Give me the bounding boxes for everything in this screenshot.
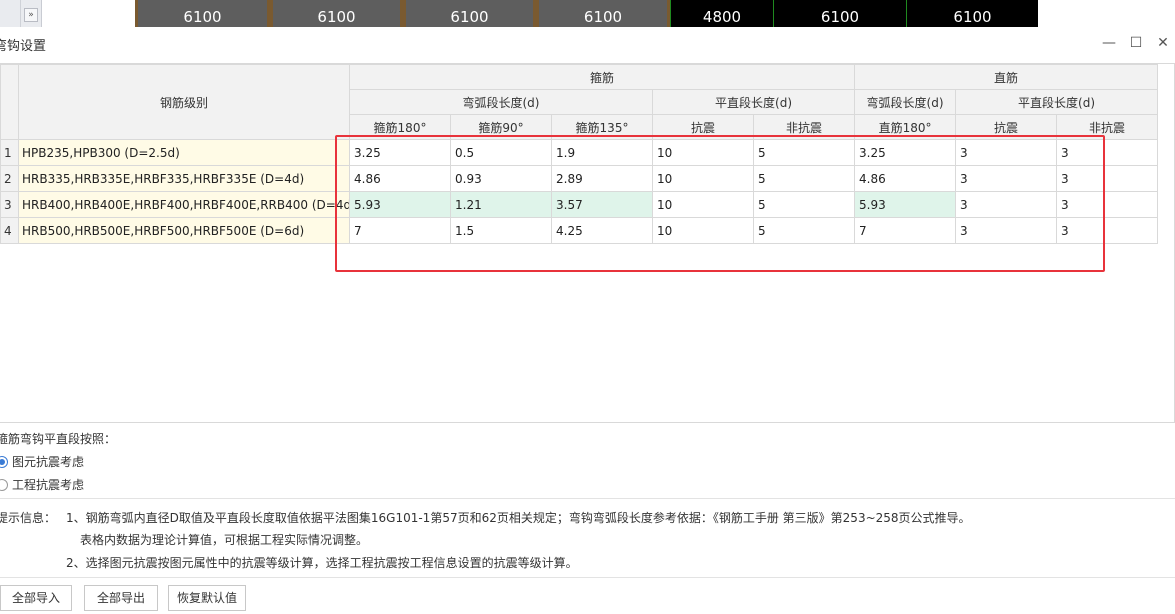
- value-cell[interactable]: 3: [955, 139, 1058, 166]
- value-cell[interactable]: 10: [652, 165, 754, 192]
- value-cell[interactable]: 5.93: [854, 191, 957, 218]
- value-cell[interactable]: 10: [652, 139, 754, 166]
- value-cell[interactable]: 5: [752, 165, 856, 192]
- radio-unselected-icon[interactable]: [0, 478, 8, 491]
- value-cell[interactable]: 3: [1056, 139, 1159, 166]
- expand-icon[interactable]: »: [24, 8, 38, 22]
- radio-project-seismic[interactable]: 工程抗震考虑: [0, 476, 84, 493]
- dimension-label: 6100: [135, 0, 270, 27]
- value-cell[interactable]: 1.9: [551, 139, 653, 166]
- dimension-label: 6100: [906, 0, 1038, 27]
- header-seismic-straight: 抗震: [955, 114, 1058, 140]
- value-cell[interactable]: 4.86: [349, 165, 451, 192]
- value-cell[interactable]: 10: [652, 217, 754, 244]
- value-cell[interactable]: 7: [349, 217, 451, 244]
- value-cell[interactable]: 10: [652, 191, 754, 218]
- grade-cell: HRB335,HRB335E,HRBF335,HRBF335E (D=4d): [18, 165, 350, 192]
- divider: [0, 498, 1175, 499]
- dimension-label: 6100: [773, 0, 906, 27]
- grade-cell: HPB235,HPB300 (D=2.5d): [18, 139, 350, 166]
- dialog-title: 弯钩设置: [0, 39, 47, 54]
- header-stirrup-135: 箍筋135°: [551, 114, 653, 140]
- value-cell[interactable]: 0.93: [450, 165, 552, 192]
- value-cell[interactable]: 1.21: [450, 191, 552, 218]
- minimize-icon[interactable]: —: [1099, 33, 1119, 53]
- flat-segment-option-label: 箍筋弯钩平直段按照：: [0, 432, 117, 446]
- value-cell[interactable]: 5: [752, 191, 856, 218]
- dimension-label: 6100: [270, 0, 403, 27]
- dimension-label: 6100: [536, 0, 670, 27]
- panel-divider: [20, 0, 21, 27]
- header-arc-length-straight: 弯弧段长度(d): [854, 89, 957, 115]
- value-cell[interactable]: 3: [1056, 191, 1159, 218]
- cad-canvas[interactable]: 6100 6100 6100 6100 4800 6100 6100: [135, 0, 1038, 27]
- table-row[interactable]: 1 HPB235,HPB300 (D=2.5d) 3.25 0.5 1.9 10…: [0, 139, 1159, 166]
- header-straight-180: 直筋180°: [854, 114, 957, 140]
- value-cell[interactable]: 4.25: [551, 217, 653, 244]
- table-row[interactable]: 4 HRB500,HRB500E,HRBF500,HRBF500E (D=6d)…: [0, 217, 1159, 244]
- value-cell[interactable]: 5: [752, 217, 856, 244]
- restore-default-button[interactable]: 恢复默认值: [168, 585, 246, 611]
- row-number: 1: [0, 139, 19, 166]
- header-grade: 钢筋级别: [18, 64, 350, 140]
- value-cell[interactable]: 5: [752, 139, 856, 166]
- tip-line-1: 1、钢筋弯弧内直径D取值及平直段长度取值依据平法图集16G101-1第57页和6…: [66, 511, 971, 525]
- export-all-button[interactable]: 全部导出: [84, 585, 158, 611]
- header-stirrup-group: 箍筋: [348, 64, 856, 90]
- value-cell[interactable]: 3: [955, 191, 1058, 218]
- header-flat-length: 平直段长度(d): [651, 89, 856, 115]
- dialog-title-bar: 弯钩设置 — ☐ ✕: [0, 27, 1175, 63]
- maximize-icon[interactable]: ☐: [1126, 33, 1146, 53]
- value-cell[interactable]: 3: [955, 217, 1058, 244]
- radio-element-seismic[interactable]: 图元抗震考虑: [0, 453, 84, 470]
- tip-line-2: 表格内数据为理论计算值，可根据工程实际情况调整。: [80, 533, 369, 547]
- tips-prefix: 提示信息：: [0, 511, 57, 525]
- value-cell[interactable]: 3: [1056, 165, 1159, 192]
- import-all-button[interactable]: 全部导入: [0, 585, 72, 611]
- value-cell[interactable]: 4.86: [854, 165, 957, 192]
- header-arc-length: 弯弧段长度(d): [349, 89, 653, 115]
- table-row-selected[interactable]: 3 HRB400,HRB400E,HRBF400,HRBF400E,RRB400…: [0, 191, 1159, 218]
- value-cell[interactable]: 3.25: [854, 139, 957, 166]
- row-number: 2: [0, 165, 19, 192]
- close-icon[interactable]: ✕: [1153, 33, 1173, 53]
- radio-label: 工程抗震考虑: [12, 478, 85, 492]
- corner-cell: [0, 64, 19, 140]
- value-cell[interactable]: 7: [854, 217, 957, 244]
- header-seismic: 抗震: [652, 114, 754, 140]
- grade-cell: HRB500,HRB500E,HRBF500,HRBF500E (D=6d): [18, 217, 350, 244]
- table-row[interactable]: 2 HRB335,HRB335E,HRBF335,HRBF335E (D=4d)…: [0, 165, 1159, 192]
- grade-cell: HRB400,HRB400E,HRBF400,HRBF400E,RRB400 (…: [18, 191, 350, 218]
- canvas-side-panel: »: [0, 0, 42, 27]
- row-number: 3: [0, 191, 19, 218]
- row-number: 4: [0, 217, 19, 244]
- dimension-label: 6100: [403, 0, 536, 27]
- hook-table: 钢筋级别 箍筋 直筋 弯弧段长度(d) 平直段长度(d) 弯弧段长度(d) 平直…: [0, 64, 1159, 244]
- value-cell[interactable]: 3.57: [551, 191, 653, 218]
- value-cell[interactable]: 2.89: [551, 165, 653, 192]
- hook-settings-window: » 6100 6100 6100 6100 4800 6100 6100 弯钩设…: [0, 0, 1175, 614]
- hook-settings-grid: 钢筋级别 箍筋 直筋 弯弧段长度(d) 平直段长度(d) 弯弧段长度(d) 平直…: [0, 63, 1175, 423]
- header-stirrup-90: 箍筋90°: [450, 114, 552, 140]
- value-cell[interactable]: 0.5: [450, 139, 552, 166]
- dimension-label: 4800: [670, 0, 773, 27]
- radio-label: 图元抗震考虑: [12, 455, 85, 469]
- header-non-seismic-straight: 非抗震: [1056, 114, 1159, 140]
- value-cell[interactable]: 3.25: [349, 139, 451, 166]
- radio-selected-icon[interactable]: [0, 455, 8, 468]
- header-stirrup-180: 箍筋180°: [349, 114, 451, 140]
- divider: [0, 577, 1175, 578]
- value-cell[interactable]: 5.93: [349, 191, 451, 218]
- value-cell[interactable]: 1.5: [450, 217, 552, 244]
- cad-canvas-strip: » 6100 6100 6100 6100 4800 6100 6100: [0, 0, 1175, 27]
- header-non-seismic: 非抗震: [752, 114, 856, 140]
- tip-line-3: 2、选择图元抗震按图元属性中的抗震等级计算，选择工程抗震按工程信息设置的抗震等级…: [66, 556, 578, 570]
- header-flat-length-straight: 平直段长度(d): [955, 89, 1159, 115]
- header-straight-group: 直筋: [854, 64, 1159, 90]
- value-cell[interactable]: 3: [1056, 217, 1159, 244]
- value-cell[interactable]: 3: [955, 165, 1058, 192]
